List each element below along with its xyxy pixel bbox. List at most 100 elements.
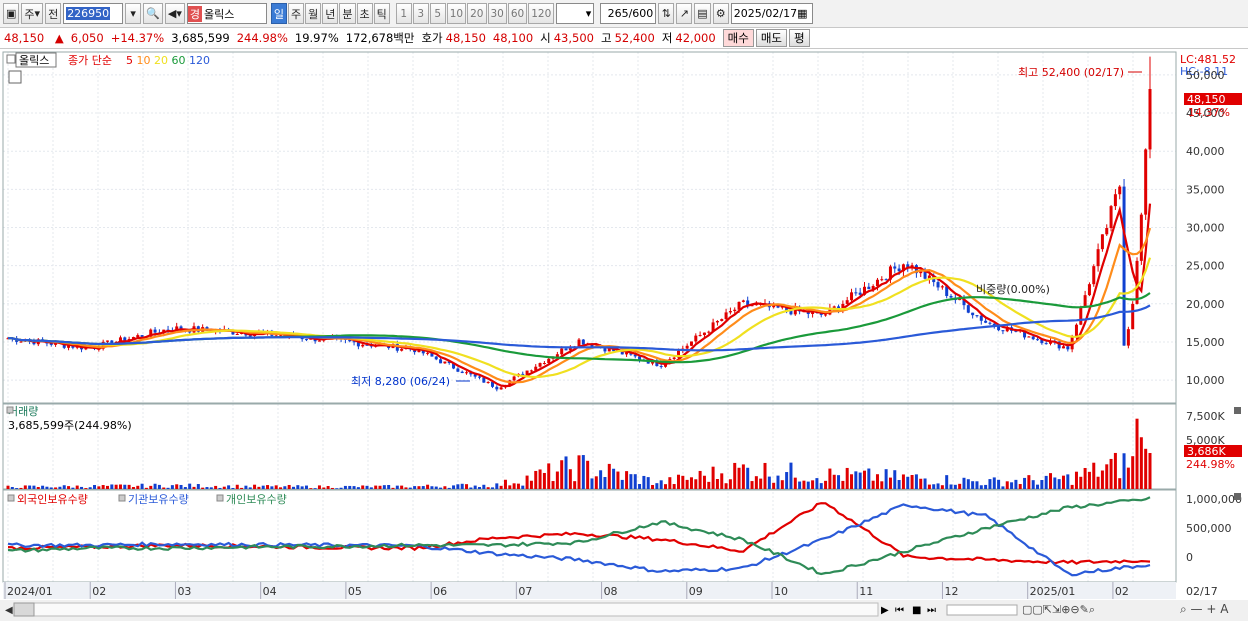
table-icon[interactable] [8,70,22,84]
volume-bar [41,485,45,489]
interval-button-3[interactable]: 3 [412,3,429,24]
candle-body [529,370,533,372]
period-selector[interactable]: 주 ▾ [21,3,44,24]
scroll-thumb[interactable] [13,602,35,617]
volume-bar [508,485,512,489]
candle-body [1109,206,1113,229]
interval-button-10[interactable]: 10 [446,3,467,24]
volume-bar [1131,456,1135,489]
count-field[interactable]: 265/600 [600,3,657,24]
volume-panel [2,403,1177,490]
low-label: 저 [661,31,673,45]
tab-6[interactable]: 틱 [373,3,390,24]
legend-ma-label: 종가 단순 [68,54,112,67]
volume-bar [979,485,983,489]
tab-4[interactable]: 분 [339,3,356,24]
volume-bar [1100,470,1104,489]
search-icon[interactable]: 🔍 [143,3,163,24]
volume-bar [417,486,421,489]
stock-tag: 경 [187,5,202,22]
volume-bar [603,477,607,489]
compare-button[interactable]: 전 [45,3,62,24]
volume-bar [456,484,460,489]
candle-body [1036,339,1040,341]
code-dropdown-icon[interactable]: ▾ [125,3,142,24]
layout-icon[interactable]: ▣ [3,3,20,24]
volume-bar [266,485,270,489]
volume-bar [317,485,321,489]
tool-icons[interactable]: ▢▢⇱⇲⊕⊖✎⌕ [1022,603,1095,616]
tab-2[interactable]: 월 [305,3,322,24]
volume-bar [936,483,940,489]
volume-bar [594,476,598,489]
holding-close-icon[interactable] [1234,493,1241,500]
stop-icon[interactable]: ■ [912,605,921,616]
candle-body [439,359,443,364]
volume-bar [984,484,988,489]
scroll-right-icon[interactable]: ▶ [881,605,889,616]
max-annotation: 최고 52,400 (02/17) [1018,66,1124,79]
volume-bars [6,418,1152,489]
legend-name-tag[interactable]: 올릭스 [19,54,49,67]
tab-5[interactable]: 초 [356,3,373,24]
speaker-icon[interactable]: ◀▾ [164,3,185,24]
stock-chart[interactable]: 올릭스 종가 단순 5 10 20 60 120 LC:481.52 HC:-8… [0,50,1248,621]
candle-body [400,348,404,351]
date-field[interactable]: 2025/02/17 ▦ [730,3,813,24]
x-axis-end-label: 02/17 [1186,585,1218,598]
volume-bar [802,480,806,489]
rewind-icon[interactable]: ⏮ [895,605,904,616]
interval-button-5[interactable]: 5 [429,3,446,24]
sell-button[interactable]: 매도 [755,29,788,47]
volume-bar [521,485,525,489]
volume-bar [780,480,784,489]
scroll-track[interactable] [13,602,879,617]
save-icon[interactable]: ▤ [694,3,711,24]
holding-legend-label: 개인보유수량 [226,493,287,506]
interval-button-60[interactable]: 60 [507,3,528,24]
volume-close-icon[interactable] [1234,407,1241,414]
candle-body [1118,186,1122,195]
open-label: 시 [540,31,551,45]
tab-3[interactable]: 년 [322,3,339,24]
volume-bar [728,479,732,489]
x-axis-label: 03 [177,585,191,598]
buy-button[interactable]: 매수 [722,29,754,47]
volume-bar [404,487,408,489]
interval-button-30[interactable]: 30 [487,3,507,24]
volume-bar [724,483,728,489]
current-price-text: 48,150 [1187,93,1226,106]
interval-button-1[interactable]: 1 [395,3,412,24]
volume-bar [750,481,754,489]
candle-body [1144,149,1148,215]
candle-body [19,341,23,343]
eval-button[interactable]: 평 [789,29,810,47]
zoom-slider[interactable] [946,604,1018,616]
interval-button-120[interactable]: 120 [528,3,555,24]
volume-bar [798,481,802,489]
forward-icon[interactable]: ⏭ [927,605,936,616]
volume-bar [296,485,300,489]
interval-button-20[interactable]: 20 [467,3,487,24]
gear-icon[interactable]: ⚙ [712,3,729,24]
tab-1[interactable]: 주 [288,3,305,24]
volume-bar [162,487,166,489]
draw-icon[interactable]: ↗ [676,3,693,24]
scroll-left-icon[interactable]: ◀ [5,605,13,616]
volume-bar [737,467,741,489]
candle-body [966,305,970,313]
volume-bar [391,487,395,489]
zoom-icons[interactable]: ⌕ — + A [1180,602,1229,616]
volume-bar [586,460,590,489]
volume-bar [733,462,737,489]
interval-dropdown[interactable]: ▾ [556,3,595,24]
stock-name-field[interactable]: 경 올릭스 [186,3,267,24]
tab-0[interactable]: 일 [270,3,287,24]
volume-bar [875,474,879,489]
volume-bar [1079,476,1083,489]
volume-bar [322,487,326,489]
volume-bar [127,484,131,489]
volume-bar [6,485,10,489]
indicator-icon[interactable]: ⇅ [658,3,675,24]
code-input[interactable]: 226950 [63,3,124,24]
